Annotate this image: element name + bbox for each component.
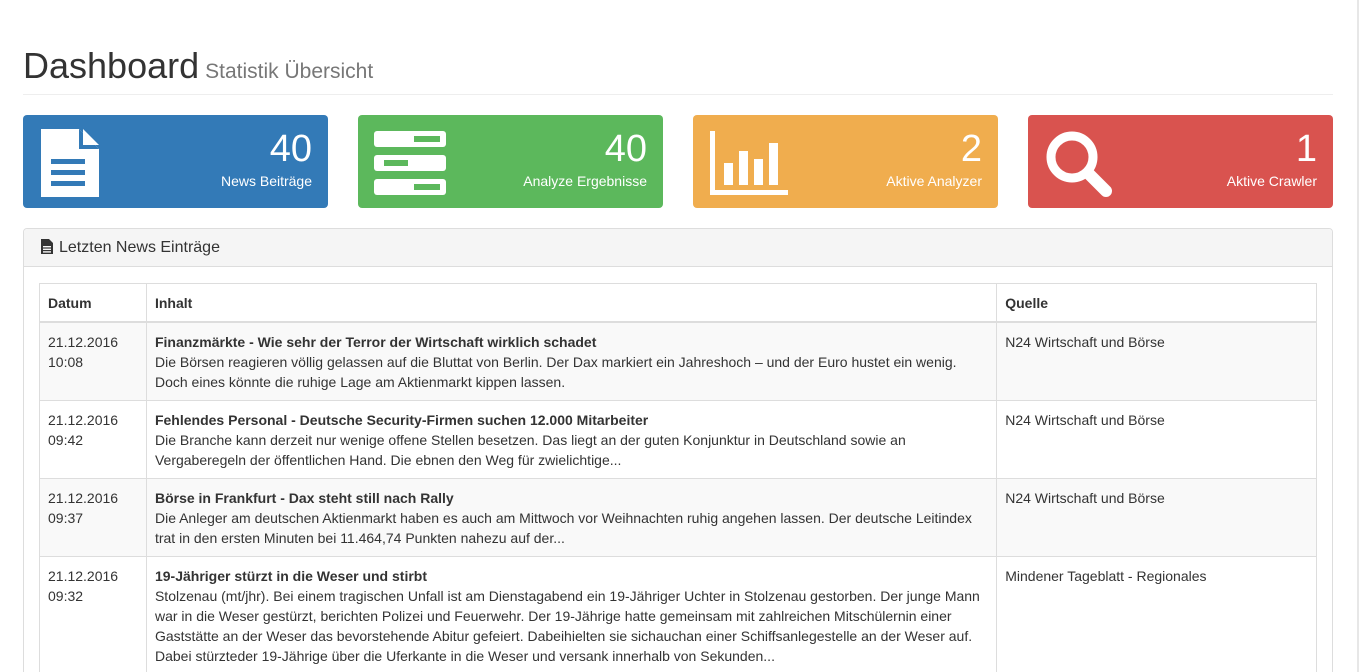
table-row[interactable]: 21.12.2016 09:37 Börse in Frankfurt - Dax…	[39, 477, 1317, 557]
file-text-icon	[41, 129, 99, 197]
column-header-content[interactable]: Inhalt	[145, 283, 998, 323]
cell-source: N24 Wirtschaft und Börse	[996, 321, 1317, 401]
server-icon	[374, 131, 446, 195]
news-title[interactable]: Finanzmärkte - Wie sehr der Terror der W…	[155, 332, 988, 352]
news-title[interactable]: Fehlendes Personal - Deutsche Security-F…	[155, 410, 988, 430]
cell-source: Mindener Tageblatt - Regionales	[996, 555, 1317, 672]
stat-value: 1	[1295, 128, 1317, 170]
cell-source: N24 Wirtschaft und Börse	[996, 477, 1317, 557]
column-header-date[interactable]: Datum	[39, 283, 147, 323]
cell-content: Börse in Frankfurt - Dax steht still nac…	[145, 477, 998, 557]
stat-value: 40	[269, 128, 312, 170]
cell-date: 21.12.2016 10:08	[39, 321, 147, 401]
cell-content: Finanzmärkte - Wie sehr der Terror der W…	[145, 321, 998, 401]
table-header-row: Datum Inhalt Quelle	[39, 283, 1317, 323]
row-time: 09:42	[48, 431, 84, 448]
table-row[interactable]: 21.12.2016 09:32 19-Jähriger stürzt in di…	[39, 555, 1317, 672]
news-text: Die Branche kann derzeit nur wenige offe…	[154, 431, 906, 468]
news-text: Stolzenau (mt/jhr). Bei einem tragischen…	[154, 587, 980, 664]
panel-heading-text: Letzten News Einträge	[59, 239, 220, 256]
row-time: 09:37	[48, 509, 84, 526]
cell-date: 21.12.2016 09:32	[39, 555, 147, 672]
cell-date: 21.12.2016 09:37	[39, 477, 147, 557]
file-text-icon	[41, 239, 53, 254]
row-time: 09:32	[48, 587, 84, 604]
stat-card-analyze[interactable]: 40 Analyze Ergebnisse	[358, 115, 663, 208]
cell-source: N24 Wirtschaft und Börse	[996, 399, 1317, 479]
stat-value: 2	[960, 128, 982, 170]
row-date: 21.12.2016	[48, 489, 119, 506]
news-table: Datum Inhalt Quelle 21.12.2016 10:08 Fina…	[39, 283, 1317, 672]
search-icon	[1046, 131, 1112, 197]
column-header-source[interactable]: Quelle	[996, 283, 1317, 323]
page-title: Dashboard Statistik Übersicht	[23, 44, 1333, 94]
main-container: Dashboard Statistik Übersicht 40 News Bei…	[23, 0, 1333, 672]
bar-chart-icon	[710, 131, 788, 195]
stat-card-news[interactable]: 40 News Beiträge	[23, 115, 328, 208]
news-text: Die Anleger am deutschen Aktienmarkt hab…	[154, 509, 972, 546]
cell-content: 19-Jähriger stürzt in die Weser und stir…	[145, 555, 998, 672]
table-row[interactable]: 21.12.2016 10:08 Finanzmärkte - Wie sehr …	[39, 321, 1317, 401]
page-header: Dashboard Statistik Übersicht	[23, 0, 1333, 95]
cell-content: Fehlendes Personal - Deutsche Security-F…	[145, 399, 998, 479]
panel-heading: Letzten News Einträge	[24, 229, 1332, 267]
page-title-text: Dashboard	[23, 45, 200, 86]
row-date: 21.12.2016	[48, 333, 119, 350]
row-date: 21.12.2016	[48, 567, 119, 584]
row-time: 10:08	[48, 353, 84, 370]
stat-label: Analyze Ergebnisse	[523, 173, 647, 189]
row-date: 21.12.2016	[48, 411, 119, 428]
news-title[interactable]: 19-Jähriger stürzt in die Weser und stir…	[155, 566, 988, 586]
stat-label: News Beiträge	[220, 173, 312, 189]
stat-card-crawler[interactable]: 1 Aktive Crawler	[1028, 115, 1333, 208]
stat-label: Aktive Crawler	[1226, 173, 1317, 189]
page-subtitle: Statistik Übersicht	[205, 60, 374, 83]
news-panel: Letzten News Einträge Datum Inhalt Quell…	[23, 228, 1333, 672]
stat-label: Aktive Analyzer	[886, 173, 982, 189]
stats-row: 40 News Beiträge 40 Analyze Ergebnisse 2…	[23, 115, 1333, 208]
news-table-wrapper: Datum Inhalt Quelle 21.12.2016 10:08 Fina…	[39, 283, 1317, 672]
cell-date: 21.12.2016 09:42	[39, 399, 147, 479]
stat-value: 40	[604, 128, 647, 170]
news-text: Die Börsen reagieren völlig gelassen auf…	[154, 353, 957, 390]
stat-card-analyzer[interactable]: 2 Aktive Analyzer	[693, 115, 998, 208]
table-row[interactable]: 21.12.2016 09:42 Fehlendes Personal - Deu…	[39, 399, 1317, 479]
news-title[interactable]: Börse in Frankfurt - Dax steht still nac…	[155, 488, 988, 508]
